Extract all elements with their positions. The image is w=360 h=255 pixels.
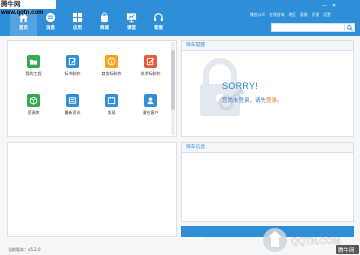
tools-panel: 我的工程 标书制作 $ 商务标制作 技术标制作 资源库 最新资讯 发现 潜在客户 [7, 40, 177, 137]
box-icon [27, 94, 40, 107]
discover-icon [105, 94, 118, 107]
login-link[interactable]: 登录 [266, 98, 277, 104]
top-link[interactable]: 设置 [323, 12, 331, 18]
search-icon [346, 24, 353, 31]
edit-icon [66, 55, 79, 68]
tool-label: 潜在客户 [142, 110, 159, 115]
nav-item-service[interactable]: 客服 [145, 10, 172, 36]
common-links-title: 常用链接 [185, 238, 205, 243]
tool-label: 标书制作 [64, 71, 81, 76]
login-message-prefix: 您尚未登录，请先 [222, 98, 267, 104]
login-message: 您尚未登录，请先登录。 [222, 96, 283, 104]
sorry-heading: SORRY! [222, 81, 259, 91]
version-text: 当前版本：v5.2.0 [8, 247, 41, 252]
shop-icon [100, 12, 109, 23]
tool-label: 商务标制作 [101, 71, 122, 76]
nav-label: 首页 [19, 26, 28, 31]
search-button[interactable] [345, 23, 355, 32]
svg-text:QQTN.COM: QQTN.COM [291, 236, 341, 246]
nav-label: 消息 [46, 26, 55, 31]
top-link[interactable]: 客服 [300, 12, 308, 18]
close-button[interactable]: ✕ [332, 3, 336, 9]
top-link[interactable]: 反馈 [312, 12, 320, 18]
top-links: 微信公众 在线咨询 地区 客服 反馈 设置 [250, 12, 331, 18]
login-message-suffix: 。 [277, 98, 283, 104]
tool-potential-clients[interactable]: 潜在客户 [131, 94, 170, 116]
top-link[interactable]: 在线咨询 [269, 12, 284, 18]
tools-scrollbar[interactable] [171, 42, 175, 135]
user-icon [144, 94, 157, 107]
tool-label: 最新资讯 [64, 110, 81, 115]
tool-label: 我的工程 [25, 71, 42, 76]
notice-title: 快车提醒 [182, 41, 353, 51]
tool-label: 技术标制作 [140, 71, 161, 76]
tool-business-bid[interactable]: $ 商务标制作 [92, 55, 131, 77]
svg-text:腾牛网: 腾牛网 [338, 246, 355, 254]
tool-technical-bid[interactable]: 技术标制作 [131, 55, 170, 77]
minimize-button[interactable]: — [322, 3, 327, 9]
tools-grid: 我的工程 标书制作 $ 商务标制作 技术标制作 资源库 最新资讯 发现 潜在客户 [14, 55, 170, 116]
top-link[interactable]: 微信公众 [250, 12, 265, 18]
nav-label: 课堂 [127, 26, 136, 31]
apps-icon [72, 12, 83, 23]
notice-panel: 快车提醒 SORRY! 您尚未登录，请先登录。 [181, 40, 354, 137]
nav-item-shop[interactable]: 商城 [91, 10, 118, 36]
coin-icon: $ [105, 55, 118, 68]
info-panel: 快车信息 [181, 142, 354, 222]
nav-label: 客服 [154, 26, 163, 31]
watermark-url: www.qqtn.com [1, 10, 44, 16]
window-controls: — ✕ [322, 3, 336, 9]
tool-discover[interactable]: 发现 [92, 94, 131, 116]
tool-resource-library[interactable]: 资源库 [14, 94, 53, 116]
nav-label: 商城 [100, 26, 109, 31]
nav-item-apps[interactable]: 应用 [64, 10, 91, 36]
headset-icon [154, 13, 163, 22]
folder-icon [27, 55, 40, 68]
search-input[interactable] [271, 23, 345, 32]
scrollbar-thumb[interactable] [171, 50, 175, 110]
info-title: 快车信息 [182, 143, 353, 153]
tool-my-projects[interactable]: 我的工程 [14, 55, 53, 77]
svg-text:$: $ [110, 59, 113, 65]
tool-label: 资源库 [27, 110, 40, 115]
top-link[interactable]: 地区 [288, 12, 296, 18]
doc-edit-icon [144, 55, 157, 68]
watermark-brand-logo: QQTN.COM 腾牛网 [263, 228, 359, 254]
tool-bid-making[interactable]: 标书制作 [53, 55, 92, 77]
chat-icon [45, 12, 56, 23]
news-icon [66, 94, 79, 107]
classroom-icon [126, 13, 137, 23]
nav-label: 应用 [73, 26, 82, 31]
watermark-logo: 腾牛网 [0, 0, 56, 9]
nav-item-classroom[interactable]: 课堂 [118, 10, 145, 36]
tool-latest-news[interactable]: 最新资讯 [53, 94, 92, 116]
tool-label: 发现 [107, 110, 116, 115]
lower-left-panel [7, 142, 177, 237]
